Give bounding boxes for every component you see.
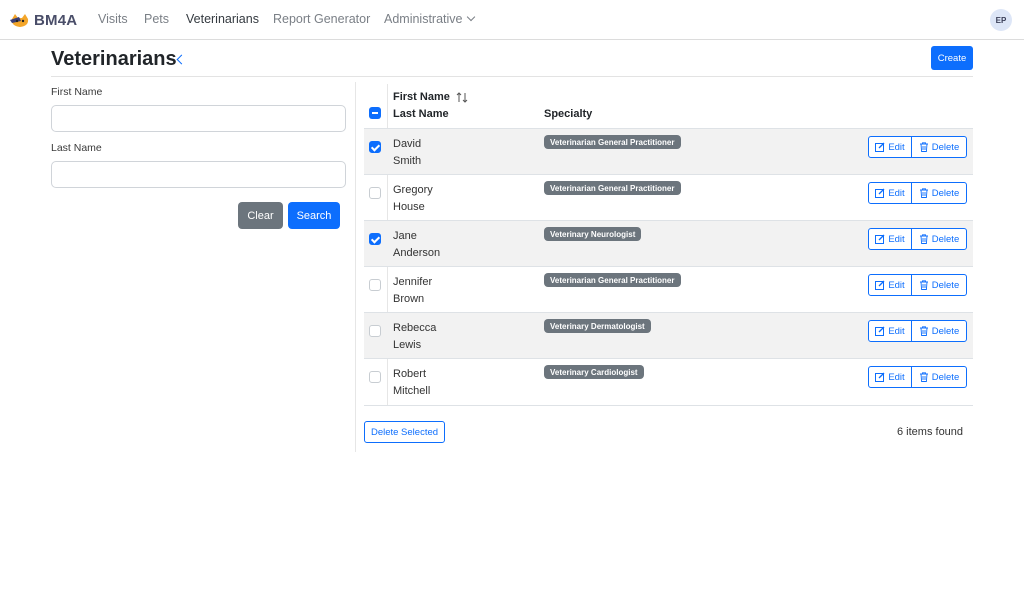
pet-logo-icon	[10, 14, 29, 27]
edit-icon	[875, 142, 885, 152]
table-row: David Smith Veterinarian General Practit…	[364, 128, 973, 174]
cell-last-name: Anderson	[393, 247, 441, 259]
chevron-left-icon[interactable]	[176, 54, 187, 65]
delete-label: Delete	[931, 141, 960, 153]
cell-first-name: Rebecca	[393, 322, 437, 334]
cell-last-name: Smith	[393, 155, 422, 167]
delete-button[interactable]: Delete	[911, 182, 967, 204]
row-checkbox[interactable]	[369, 279, 381, 291]
last-name-input[interactable]	[51, 161, 346, 188]
header-last-name[interactable]: Last Name	[393, 108, 449, 120]
specialty-badge: Veterinarian General Practitioner	[544, 181, 681, 195]
header-divider	[51, 76, 973, 77]
delete-label: Delete	[931, 325, 960, 337]
table-row: Rebecca Lewis Veterinary Dermatologist E…	[364, 312, 973, 358]
edit-button[interactable]: Edit	[868, 136, 912, 158]
cell-last-name: Brown	[393, 293, 425, 305]
table-bottom-border	[364, 405, 973, 406]
sort-icon[interactable]	[456, 92, 468, 103]
specialty-badge: Veterinary Neurologist	[544, 227, 642, 241]
nav-veterinarians[interactable]: Veterinarians	[186, 12, 259, 26]
cell-first-name: Gregory	[393, 184, 433, 196]
cell-first-name: David	[393, 138, 422, 150]
trash-icon	[919, 234, 928, 244]
nav-administrative[interactable]: Administrative	[384, 12, 475, 26]
edit-label: Edit	[888, 325, 905, 337]
delete-label: Delete	[931, 187, 960, 199]
edit-label: Edit	[888, 187, 905, 199]
cell-first-name: Jennifer	[393, 276, 433, 288]
edit-button[interactable]: Edit	[868, 366, 912, 388]
delete-button[interactable]: Delete	[911, 136, 967, 158]
brand-name: BM4A	[34, 11, 78, 29]
specialty-badge: Veterinary Cardiologist	[544, 365, 644, 379]
edit-icon	[875, 280, 885, 290]
trash-icon	[919, 326, 928, 336]
table-row: Jennifer Brown Veterinarian General Prac…	[364, 266, 973, 312]
user-avatar[interactable]: EP	[990, 9, 1012, 31]
delete-button[interactable]: Delete	[911, 366, 967, 388]
cell-last-name: Mitchell	[393, 385, 431, 397]
trash-icon	[919, 280, 928, 290]
last-name-label: Last Name	[51, 142, 102, 154]
delete-button[interactable]: Delete	[911, 228, 967, 250]
create-button[interactable]: Create	[931, 46, 973, 70]
delete-label: Delete	[931, 371, 960, 383]
nav-report-generator[interactable]: Report Generator	[273, 12, 370, 26]
items-found-count: 6 items found	[897, 426, 964, 438]
specialty-badge: Veterinarian General Practitioner	[544, 273, 681, 287]
nav-visits[interactable]: Visits	[98, 12, 128, 26]
cell-first-name: Jane	[393, 230, 417, 242]
panel-divider	[355, 82, 356, 452]
cell-last-name: House	[393, 201, 425, 213]
delete-button[interactable]: Delete	[911, 320, 967, 342]
edit-label: Edit	[888, 141, 905, 153]
edit-button[interactable]: Edit	[868, 274, 912, 296]
edit-button[interactable]: Edit	[868, 228, 912, 250]
trash-icon	[919, 188, 928, 198]
delete-button[interactable]: Delete	[911, 274, 967, 296]
cell-first-name: Robert	[393, 368, 427, 380]
nav-administrative-label: Administrative	[384, 12, 463, 26]
row-checkbox[interactable]	[369, 187, 381, 199]
row-checkbox[interactable]	[369, 233, 381, 245]
edit-icon	[875, 188, 885, 198]
edit-icon	[875, 326, 885, 336]
brand[interactable]: BM4A	[10, 10, 77, 30]
nav-pets[interactable]: Pets	[144, 12, 169, 26]
first-name-input[interactable]	[51, 105, 346, 132]
edit-button[interactable]: Edit	[868, 320, 912, 342]
trash-icon	[919, 372, 928, 382]
row-checkbox[interactable]	[369, 371, 381, 383]
row-checkbox[interactable]	[369, 325, 381, 337]
trash-icon	[919, 142, 928, 152]
edit-button[interactable]: Edit	[868, 182, 912, 204]
search-button[interactable]: Search	[288, 202, 340, 229]
select-all-checkbox[interactable]	[369, 107, 381, 119]
table-row: Robert Mitchell Veterinary Cardiologist …	[364, 358, 973, 404]
edit-icon	[875, 234, 885, 244]
top-navbar: BM4A Visits Pets Veterinarians Report Ge…	[0, 0, 1024, 40]
edit-label: Edit	[888, 371, 905, 383]
specialty-badge: Veterinarian General Practitioner	[544, 135, 681, 149]
header-specialty: Specialty	[544, 108, 593, 120]
header-first-name[interactable]: First Name	[393, 91, 450, 103]
row-checkbox[interactable]	[369, 141, 381, 153]
edit-icon	[875, 372, 885, 382]
specialty-badge: Veterinary Dermatologist	[544, 319, 651, 333]
edit-label: Edit	[888, 233, 905, 245]
edit-label: Edit	[888, 279, 905, 291]
delete-label: Delete	[931, 279, 960, 291]
cell-last-name: Lewis	[393, 339, 422, 351]
table-row: Gregory House Veterinarian General Pract…	[364, 174, 973, 220]
table-row: Jane Anderson Veterinary Neurologist Edi…	[364, 220, 973, 266]
chevron-down-icon	[466, 12, 475, 22]
first-name-label: First Name	[51, 86, 103, 98]
clear-button[interactable]: Clear	[238, 202, 283, 229]
delete-selected-button[interactable]: Delete Selected	[364, 421, 445, 443]
delete-label: Delete	[931, 233, 960, 245]
page-title: Veterinarians	[51, 48, 177, 70]
